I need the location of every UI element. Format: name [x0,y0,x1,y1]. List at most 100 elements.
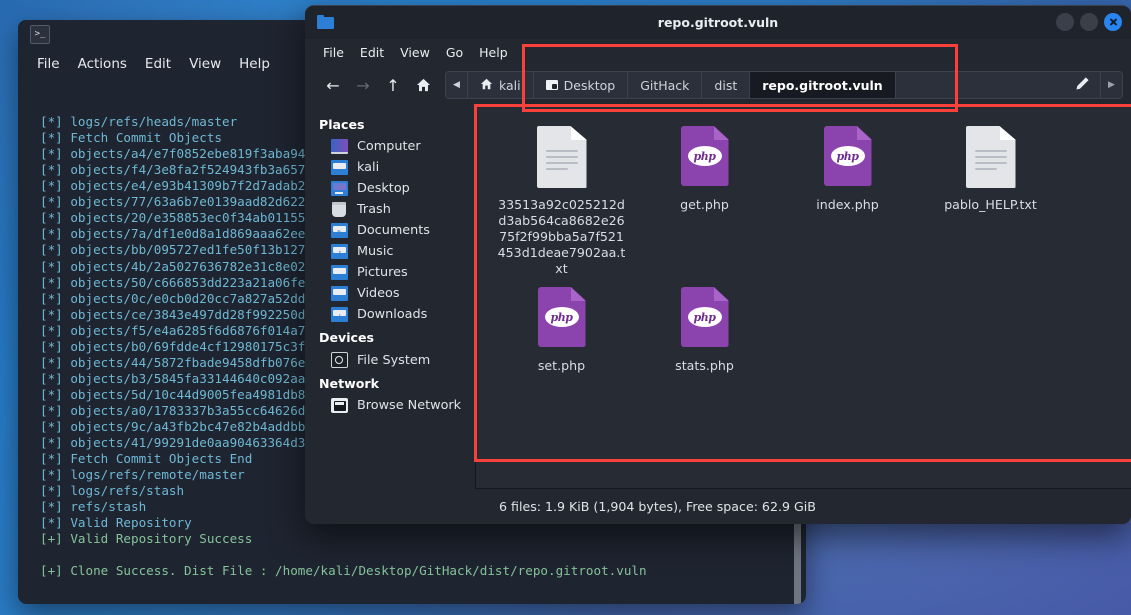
window-controls[interactable] [1056,13,1122,31]
maximize-button[interactable] [1080,13,1098,31]
file-list-view[interactable]: 33513a92c025212dd3ab564ca8682e2675f2f99b… [475,104,1131,488]
file-manager-titlebar[interactable]: repo.gitroot.vuln [305,6,1131,39]
php-file-icon: php [678,126,732,190]
breadcrumb-repo-gitroot-vuln[interactable]: repo.gitroot.vuln [750,72,896,98]
music-folder-icon: ♪ [331,244,348,259]
sidebar-section-network: Network [319,376,379,391]
pathbar-scroll-left-icon[interactable]: ◀ [446,72,468,98]
breadcrumb-desktop[interactable]: Desktop [533,72,629,98]
terminal-menu-actions[interactable]: Actions [69,54,136,74]
window-title: repo.gitroot.vuln [657,15,779,30]
file-manager-menubar[interactable]: File Edit View Go Help [305,39,1131,66]
file-item[interactable]: php stats.php [633,281,776,378]
folder-icon [545,80,558,90]
sidebar-item-music[interactable]: ♪ Music [305,241,475,262]
sidebar-item-label: Computer [357,139,421,154]
videos-folder-icon [331,286,348,301]
breadcrumb-label: Desktop [563,77,616,93]
breadcrumb-kali[interactable]: kali [468,72,534,98]
file-label: set.php [537,358,586,373]
terminal-clone-line: [+] Clone Success. Dist File : /home/kal… [40,563,647,579]
sidebar-item-label: Documents [357,223,430,238]
sidebar-item-label: Music [357,244,394,259]
home-folder-icon [331,160,348,175]
downloads-folder-icon: ↓ [331,307,348,322]
pathbar-scroll-right-icon[interactable]: ▶ [1100,72,1122,98]
file-item[interactable]: 33513a92c025212dd3ab564ca8682e2675f2f99b… [490,120,633,281]
file-manager-toolbar[interactable]: ← → ↑ ◀ kali Desktop GitHack dist repo.g… [305,66,1131,104]
terminal-menu-help[interactable]: Help [230,54,279,74]
file-label: stats.php [675,358,734,373]
status-text: 6 files: 1.9 KiB (1,904 bytes), Free spa… [499,499,816,514]
menu-help[interactable]: Help [471,43,516,62]
php-file-icon: php [678,287,732,351]
file-manager-window[interactable]: repo.gitroot.vuln File Edit View Go Help… [305,5,1131,524]
folder-icon [317,15,334,29]
terminal-menu-file[interactable]: File [28,54,69,74]
sidebar-item-desktop[interactable]: Desktop [305,178,475,199]
file-label: pablo_HELP.txt [944,197,1037,212]
up-icon[interactable]: ↑ [379,71,407,99]
breadcrumb-dist[interactable]: dist [702,72,751,98]
menu-file[interactable]: File [315,43,352,62]
file-label: 33513a92c025212dd3ab564ca8682e2675f2f99b… [497,197,626,276]
file-item[interactable]: php index.php [776,120,919,281]
sidebar-section-devices: Devices [319,330,375,345]
sidebar-item-label: kali [357,160,380,175]
php-file-icon: php [821,126,875,190]
sidebar-item-label: Downloads [357,307,428,322]
breadcrumb-label: repo.gitroot.vuln [762,77,883,93]
file-label: index.php [816,197,879,212]
sidebar-item-label: Browse Network [357,398,462,413]
sidebar[interactable]: Places Computer kali Desktop Trash ✎ Doc… [305,104,475,488]
statusbar: 6 files: 1.9 KiB (1,904 bytes), Free spa… [475,488,1131,524]
pencil-icon[interactable] [1075,76,1090,94]
sidebar-section-places: Places [319,117,365,132]
text-file-icon [964,126,1018,190]
pictures-folder-icon [331,265,348,280]
statusbar-left-pad [305,488,475,524]
computer-icon [331,139,348,154]
breadcrumb-githack[interactable]: GitHack [628,72,703,98]
close-icon[interactable] [1104,13,1122,31]
sidebar-item-pictures[interactable]: Pictures [305,262,475,283]
text-file-icon [535,126,589,190]
pathbar[interactable]: ◀ kali Desktop GitHack dist repo.gitroot… [445,71,1123,99]
home-icon [480,78,493,93]
menu-edit[interactable]: Edit [352,43,392,62]
sidebar-item-videos[interactable]: Videos [305,283,475,304]
sidebar-item-documents[interactable]: ✎ Documents [305,220,475,241]
file-item[interactable]: php set.php [490,281,633,378]
terminal-line: [+] Valid Repository Success [40,531,253,547]
pathbar-filler [895,72,1100,98]
breadcrumb-label: kali [499,77,521,93]
terminal-menu-view[interactable]: View [180,54,230,74]
desktop-folder-icon [331,181,348,196]
forward-icon[interactable]: → [349,71,377,99]
minimize-button[interactable] [1056,13,1074,31]
home-icon[interactable] [409,71,437,99]
sidebar-item-downloads[interactable]: ↓ Downloads [305,304,475,325]
back-icon[interactable]: ← [319,71,347,99]
menu-go[interactable]: Go [438,43,471,62]
sidebar-item-kali[interactable]: kali [305,157,475,178]
sidebar-item-browse-network[interactable]: Browse Network [305,395,475,416]
sidebar-item-label: Desktop [357,181,410,196]
file-item[interactable]: php get.php [633,120,776,281]
file-manager-main: Places Computer kali Desktop Trash ✎ Doc… [305,104,1131,488]
terminal-icon: >_ [30,25,50,44]
sidebar-item-trash[interactable]: Trash [305,199,475,220]
sidebar-item-computer[interactable]: Computer [305,136,475,157]
sidebar-item-label: File System [357,352,431,368]
file-item[interactable]: pablo_HELP.txt [919,120,1062,281]
sidebar-item-file-system[interactable]: File System [305,349,475,371]
php-file-icon: php [535,287,589,351]
harddisk-icon [331,352,348,368]
breadcrumb-label: dist [714,77,738,93]
file-label: get.php [680,197,729,212]
network-icon [331,398,348,413]
terminal-menu-edit[interactable]: Edit [136,54,180,74]
trash-icon [331,202,348,217]
menu-view[interactable]: View [392,43,438,62]
